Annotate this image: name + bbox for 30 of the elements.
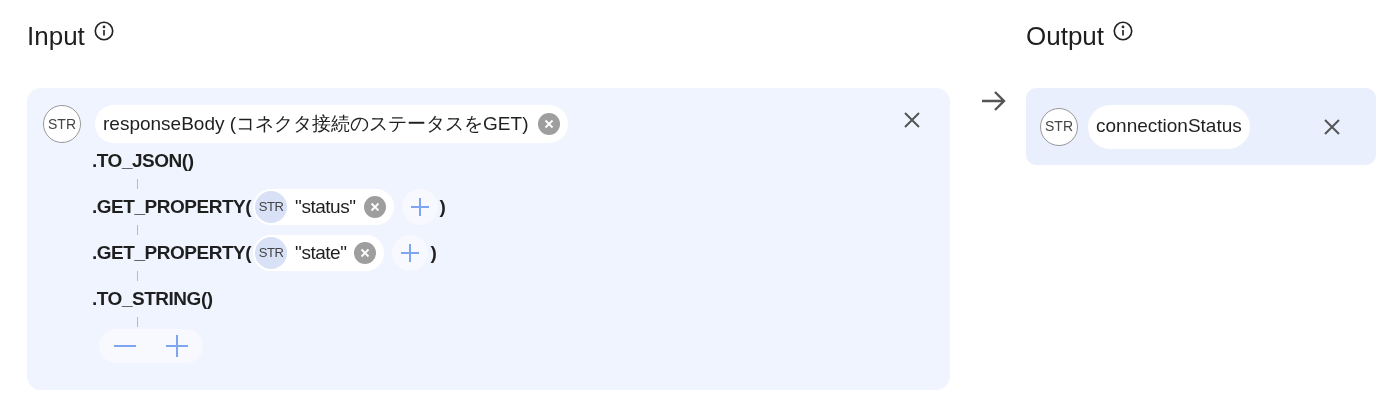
function-text[interactable]: .TO_JSON() xyxy=(92,146,194,176)
remove-icon[interactable] xyxy=(354,242,377,264)
type-badge: STR xyxy=(255,237,288,269)
add-button[interactable] xyxy=(392,235,429,271)
info-icon[interactable] xyxy=(92,20,115,42)
function-text[interactable]: .GET_PROPERTY( xyxy=(92,192,252,222)
add-button[interactable] xyxy=(401,189,438,225)
argument-chip[interactable]: STR "status" xyxy=(253,189,394,225)
remove-icon[interactable] xyxy=(363,196,386,218)
minus-icon[interactable] xyxy=(114,344,136,348)
arrow-icon xyxy=(980,89,1008,113)
function-text: ) xyxy=(439,194,446,219)
variable-chip[interactable]: responseBody (コネクタ接続のステータスをGET) xyxy=(95,105,569,143)
section-title: Output xyxy=(1026,19,1105,53)
close-icon[interactable] xyxy=(1322,116,1342,137)
variable-chip[interactable]: connectionStatus xyxy=(1088,104,1250,149)
info-icon[interactable] xyxy=(1112,20,1135,42)
function-text[interactable]: .TO_STRING() xyxy=(92,284,213,314)
type-badge: STR xyxy=(1040,107,1078,146)
remove-icon[interactable] xyxy=(538,113,561,135)
type-badge: STR xyxy=(43,105,81,143)
function-text: ) xyxy=(430,240,437,265)
argument-chip[interactable]: STR "state" xyxy=(253,235,385,271)
plus-icon xyxy=(400,243,421,263)
section-title: Input xyxy=(27,19,85,53)
plus-icon[interactable] xyxy=(166,335,188,357)
plus-icon xyxy=(409,197,430,217)
function-text[interactable]: .GET_PROPERTY( xyxy=(92,238,252,268)
close-icon[interactable] xyxy=(902,110,922,130)
type-badge: STR xyxy=(255,191,288,223)
